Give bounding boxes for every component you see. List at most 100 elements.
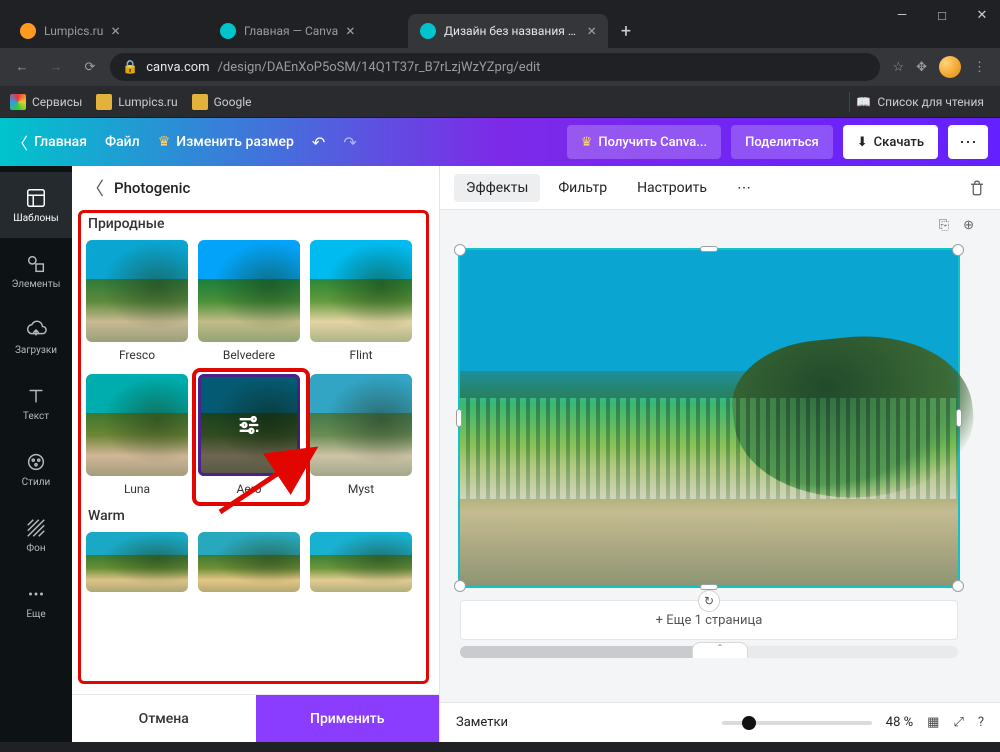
zoom-value[interactable]: 48 % [886,715,913,730]
resize-handle-top[interactable] [700,246,718,252]
new-tab-button[interactable]: + [612,17,640,45]
profile-avatar[interactable] [939,56,961,78]
filter-preview [198,374,300,476]
filter-aero[interactable]: Aero [198,374,300,496]
rail-label: Загрузки [15,345,57,356]
rail-text[interactable]: Текст [0,370,72,436]
side-rail: Шаблоны Элементы Загрузки Текст Стили Фо… [0,166,72,742]
text-icon [25,385,47,407]
tab-canva-design[interactable]: Дизайн без названия — 1024 × [408,14,608,48]
rail-background[interactable]: Фон [0,502,72,568]
filter-adjust-overlay[interactable] [198,374,300,476]
ctx-more[interactable]: ⋯ [725,174,763,202]
selected-image[interactable] [460,250,958,586]
duplicate-page-icon[interactable]: ⎘ [939,218,949,233]
share-button[interactable]: Поделиться [731,125,833,159]
cancel-button[interactable]: Отмена [72,695,256,742]
filter-warm-2[interactable] [198,532,300,592]
window-close[interactable]: ✕ [972,8,992,24]
filter-preview [310,532,412,592]
window-maximize[interactable]: □ [932,8,952,24]
scrollbar-thumb[interactable] [460,646,730,658]
zoom-slider-thumb[interactable] [742,716,756,730]
extension-icon[interactable]: ✥ [916,60,927,75]
rail-uploads[interactable]: Загрузки [0,304,72,370]
tab-title: Дизайн без названия — 1024 [444,24,579,38]
panel-back-button[interactable]: 〈 [86,175,104,201]
resize-handle-right[interactable] [956,409,962,427]
rail-more[interactable]: Еще [0,568,72,634]
collapse-pages-button[interactable]: ˆ [692,642,748,658]
resize-handle-bl[interactable] [454,580,466,592]
rail-elements[interactable]: Элементы [0,238,72,304]
bookmark-google[interactable]: Google [192,94,252,110]
rail-styles[interactable]: Стили [0,436,72,502]
filter-luna[interactable]: Luna [86,374,188,496]
nav-back-button[interactable]: ← [8,53,36,81]
ctx-effects[interactable]: Эффекты [454,174,540,202]
filter-warm-3[interactable] [310,532,412,592]
address-bar[interactable]: 🔒 canva.com/design/DAEnXoP5oSM/14Q1T37r_… [110,53,880,81]
rail-templates[interactable]: Шаблоны [0,172,72,238]
bookmark-label: Google [214,95,252,109]
resize-handle-br[interactable] [952,580,964,592]
reading-list-icon: 📖 [856,95,871,109]
crown-icon: ♛ [581,135,593,150]
topbar-right: ♛Получить Canva... Поделиться ⬇Скачать ⋯ [567,125,988,159]
bookmark-label: Сервисы [32,95,82,109]
apply-button[interactable]: Применить [256,695,440,742]
resize-handle-tl[interactable] [454,244,466,256]
resize-handle-tr[interactable] [952,244,964,256]
tab-lumpics[interactable]: Lumpics.ru × [8,14,208,48]
canvas-page[interactable] [460,250,958,586]
help-icon[interactable]: ? [978,715,984,730]
filter-label: Flint [349,348,372,362]
undo-button[interactable]: ↶ [312,133,325,152]
canvas-viewport[interactable]: ⎘ ⊕ ↻ + Еще 1 страница [440,210,1000,702]
tab-canva-home[interactable]: Главная — Canva × [208,14,408,48]
home-button[interactable]: 〈Главная [12,130,87,154]
ctx-adjust[interactable]: Настроить [625,174,719,202]
filter-fresco[interactable]: Fresco [86,240,188,362]
download-button[interactable]: ⬇Скачать [843,125,938,159]
star-icon[interactable]: ☆ [892,60,904,75]
nav-forward-button[interactable]: → [42,53,70,81]
window-minimize[interactable]: — [892,8,912,24]
filter-preview [86,532,188,592]
rail-label: Фон [26,543,45,554]
rail-label: Текст [23,411,49,422]
grid-view-icon[interactable]: ▦ [927,715,939,730]
redo-button[interactable]: ↷ [343,133,356,152]
page-tools: ⎘ ⊕ [939,218,974,233]
filter-preview [86,240,188,342]
folder-icon [192,94,208,110]
get-pro-button[interactable]: ♛Получить Canva... [567,125,721,159]
notes-button[interactable]: Заметки [456,715,508,730]
ctx-filter[interactable]: Фильтр [546,174,619,202]
filter-myst[interactable]: Myst [310,374,412,496]
bookmark-services[interactable]: Сервисы [10,94,82,110]
chevron-left-icon: 〈 [12,130,28,154]
filter-label: Belvedere [223,348,275,362]
filter-warm-1[interactable] [86,532,188,592]
file-menu[interactable]: Файл [105,134,140,150]
close-icon[interactable]: × [587,23,596,39]
bookmark-lumpics[interactable]: Lumpics.ru [96,94,177,110]
nav-reload-button[interactable]: ⟳ [76,53,104,81]
delete-button[interactable] [968,179,986,197]
close-icon[interactable]: × [346,23,355,39]
close-icon[interactable]: × [111,23,120,39]
add-page-icon[interactable]: ⊕ [963,218,974,233]
menu-icon[interactable]: ⋮ [973,60,986,75]
resize-handle-left[interactable] [456,409,462,427]
more-button[interactable]: ⋯ [948,125,988,159]
fullscreen-icon[interactable]: ⤢ [953,715,963,730]
resize-button[interactable]: ♛Изменить размер [158,134,294,150]
add-page-label: + Еще 1 страница [656,613,763,628]
filter-label: Myst [348,482,374,496]
filter-belvedere[interactable]: Belvedere [198,240,300,362]
filter-flint[interactable]: Flint [310,240,412,362]
reading-list-button[interactable]: 📖 Список для чтения [849,92,990,112]
add-page-button[interactable]: ↻ + Еще 1 страница [460,600,958,640]
zoom-slider[interactable] [722,721,872,725]
